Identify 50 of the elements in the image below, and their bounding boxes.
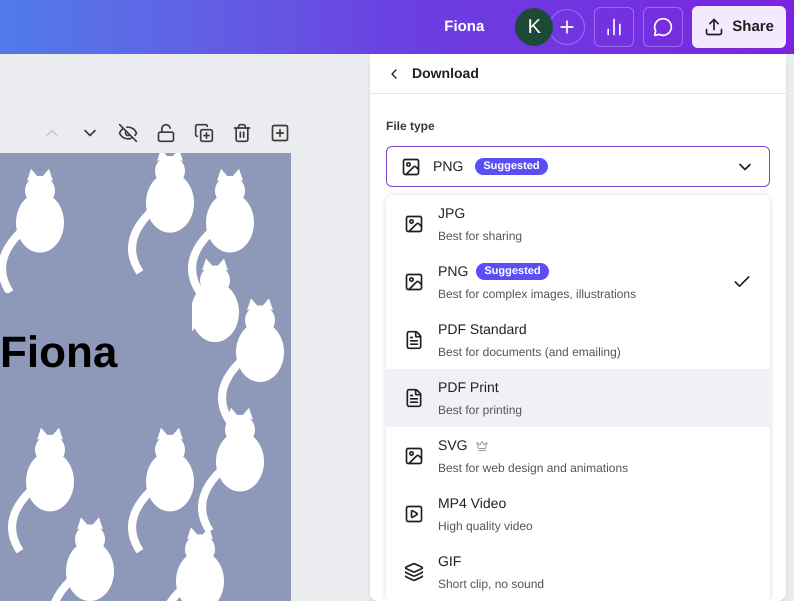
comment-icon: [653, 17, 674, 37]
option-name: PNG: [438, 262, 468, 281]
add-page-icon[interactable]: [270, 123, 290, 143]
option-description: Best for documents (and emailing): [438, 344, 621, 361]
panel-title: Download: [412, 64, 479, 83]
file-type-label: File type: [386, 119, 435, 133]
option-name: JPG: [438, 204, 466, 223]
select-value: PNG: [433, 157, 464, 176]
option-description: High quality video: [438, 518, 533, 535]
chart-button[interactable]: [594, 7, 634, 47]
file-type-option[interactable]: MP4 Video High quality video: [386, 485, 770, 543]
option-description: Short clip, no sound: [438, 576, 544, 593]
upload-icon: [704, 17, 724, 37]
option-name: SVG: [438, 436, 468, 455]
share-button[interactable]: Share: [692, 6, 786, 48]
file-type-option[interactable]: SVG Best for web design and animations: [386, 427, 770, 485]
eye-off-icon[interactable]: [118, 123, 138, 143]
option-description: Best for web design and animations: [438, 460, 628, 477]
image-icon: [401, 156, 421, 176]
file-type-option[interactable]: GIF Short clip, no sound: [386, 543, 770, 601]
layers-icon: [404, 562, 424, 582]
option-name: GIF: [438, 552, 462, 571]
design-headline: Fiona: [0, 327, 118, 379]
image-icon: [404, 214, 424, 234]
unlock-icon[interactable]: [156, 123, 176, 143]
add-button[interactable]: [549, 9, 586, 45]
image-icon: [404, 446, 424, 466]
suggested-badge: Suggested: [476, 263, 549, 280]
option-name: PDF Standard: [438, 320, 527, 339]
file-type-option[interactable]: JPG Best for sharing: [386, 195, 770, 253]
option-name: PDF Print: [438, 378, 499, 397]
duplicate-icon[interactable]: [194, 123, 214, 143]
file-type-option[interactable]: PDF Standard Best for documents (and emailing): [386, 311, 770, 369]
file-type-select[interactable]: PNG Suggested: [386, 146, 770, 187]
trash-icon[interactable]: [232, 123, 252, 143]
document-icon: [404, 330, 424, 350]
file-type-option[interactable]: PDF Print Best for printing: [386, 369, 770, 427]
document-icon: [404, 388, 424, 408]
option-description: Best for sharing: [438, 228, 522, 245]
suggested-badge: Suggested: [475, 158, 548, 175]
user-avatar[interactable]: K: [515, 8, 554, 46]
option-name: MP4 Video: [438, 494, 506, 513]
file-type-option[interactable]: PNG Suggested Best for complex images, illustrations: [386, 253, 770, 311]
comment-button[interactable]: [643, 7, 684, 47]
play-icon: [404, 504, 424, 524]
design-title: Fiona: [444, 16, 484, 37]
option-description: Best for printing: [438, 402, 522, 419]
option-description: Best for complex images, illustrations: [438, 286, 636, 303]
image-icon: [404, 272, 424, 292]
crown-icon: [476, 440, 488, 452]
